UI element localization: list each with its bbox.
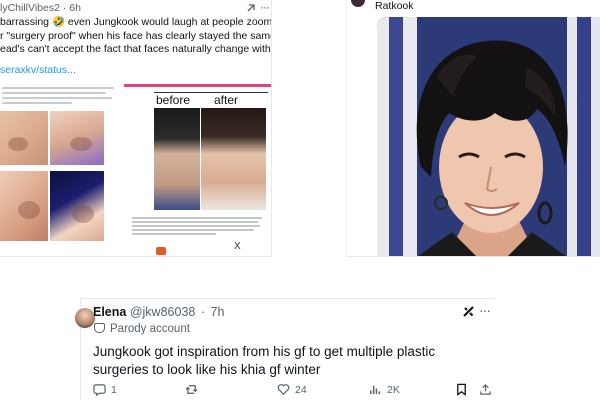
grok-icon[interactable]	[246, 3, 256, 13]
author-name[interactable]: lyChillVibes2	[0, 2, 60, 14]
share-icon	[480, 384, 491, 395]
grok-icon[interactable]	[462, 305, 475, 318]
like-button[interactable]: 24	[277, 383, 307, 396]
tweet-body-line: ead's can't accept the fact that faces n…	[0, 43, 272, 55]
bookmark-icon	[457, 383, 466, 396]
like-icon	[277, 384, 290, 395]
mask-icon	[94, 323, 105, 333]
nose-photo	[50, 111, 104, 165]
tweet-top-left[interactable]: lyChillVibes2 · 6h ··· barrassing 🤣 even…	[0, 0, 272, 257]
share-button[interactable]	[479, 383, 492, 396]
media-image-portrait[interactable]	[377, 17, 600, 256]
image-fine-print	[2, 87, 118, 109]
avatar[interactable]	[75, 308, 95, 328]
tweet-body: barrassing 🤣 even Jungkook would laugh a…	[0, 16, 272, 57]
reply-button[interactable]: 1	[93, 383, 117, 396]
views-icon	[370, 385, 380, 395]
views-button[interactable]: 2K	[369, 383, 400, 396]
tweet-bottom[interactable]: Elena @jkw86038 · 7h ··· Parody account …	[75, 298, 494, 400]
image-caption	[132, 217, 266, 237]
views-count: 2K	[387, 383, 400, 396]
retweet-button[interactable]	[185, 383, 203, 396]
more-icon[interactable]: ···	[479, 302, 491, 318]
nose-photo	[0, 111, 48, 165]
before-photo	[154, 108, 200, 210]
tweet-body-line: barrassing 🤣 even Jungkook would laugh a…	[0, 16, 272, 28]
like-count: 24	[295, 383, 307, 396]
more-icon[interactable]: ···	[260, 0, 270, 14]
author-name[interactable]: Elena	[93, 305, 126, 319]
after-label: after	[214, 93, 239, 107]
before-label: before	[156, 93, 191, 107]
parody-text: Parody account	[110, 323, 190, 335]
close-icon[interactable]: X	[234, 241, 241, 252]
author-handle[interactable]: @jkw86038	[130, 305, 196, 319]
tweet-body-line: r "surgery proof" when his face has clea…	[0, 29, 271, 42]
parody-label: Parody account	[94, 323, 190, 335]
reply-count: 1	[111, 383, 117, 396]
bookmark-button[interactable]	[455, 383, 468, 396]
tweet-top-right[interactable]: Ratkook	[346, 0, 600, 257]
header-separator: ·	[200, 305, 206, 319]
tweet-time[interactable]: 6h	[69, 2, 81, 14]
nose-photo	[0, 171, 48, 241]
author-name[interactable]: Ratkook	[375, 0, 414, 12]
tweet-header: lyChillVibes2 · 6h	[0, 2, 271, 16]
media-image-before-after[interactable]: before after X	[124, 84, 271, 256]
retweet-icon	[185, 385, 198, 394]
portrait-illustration	[377, 17, 600, 256]
reply-icon	[93, 384, 106, 396]
tweet-time[interactable]: 7h	[211, 305, 225, 319]
tweet-actions: 1 24 2K	[93, 383, 493, 399]
tweet-header: Elena @jkw86038 · 7h	[93, 305, 224, 319]
avatar[interactable]	[351, 0, 365, 7]
tweet-body: Jungkook got inspiration from his gf to …	[93, 344, 436, 377]
status-link[interactable]: seraxkv/status...	[0, 64, 76, 76]
media-image-noses[interactable]: before after	[0, 84, 122, 256]
source-logo-icon	[156, 247, 166, 255]
nose-photo	[50, 171, 104, 241]
after-photo	[200, 108, 266, 210]
